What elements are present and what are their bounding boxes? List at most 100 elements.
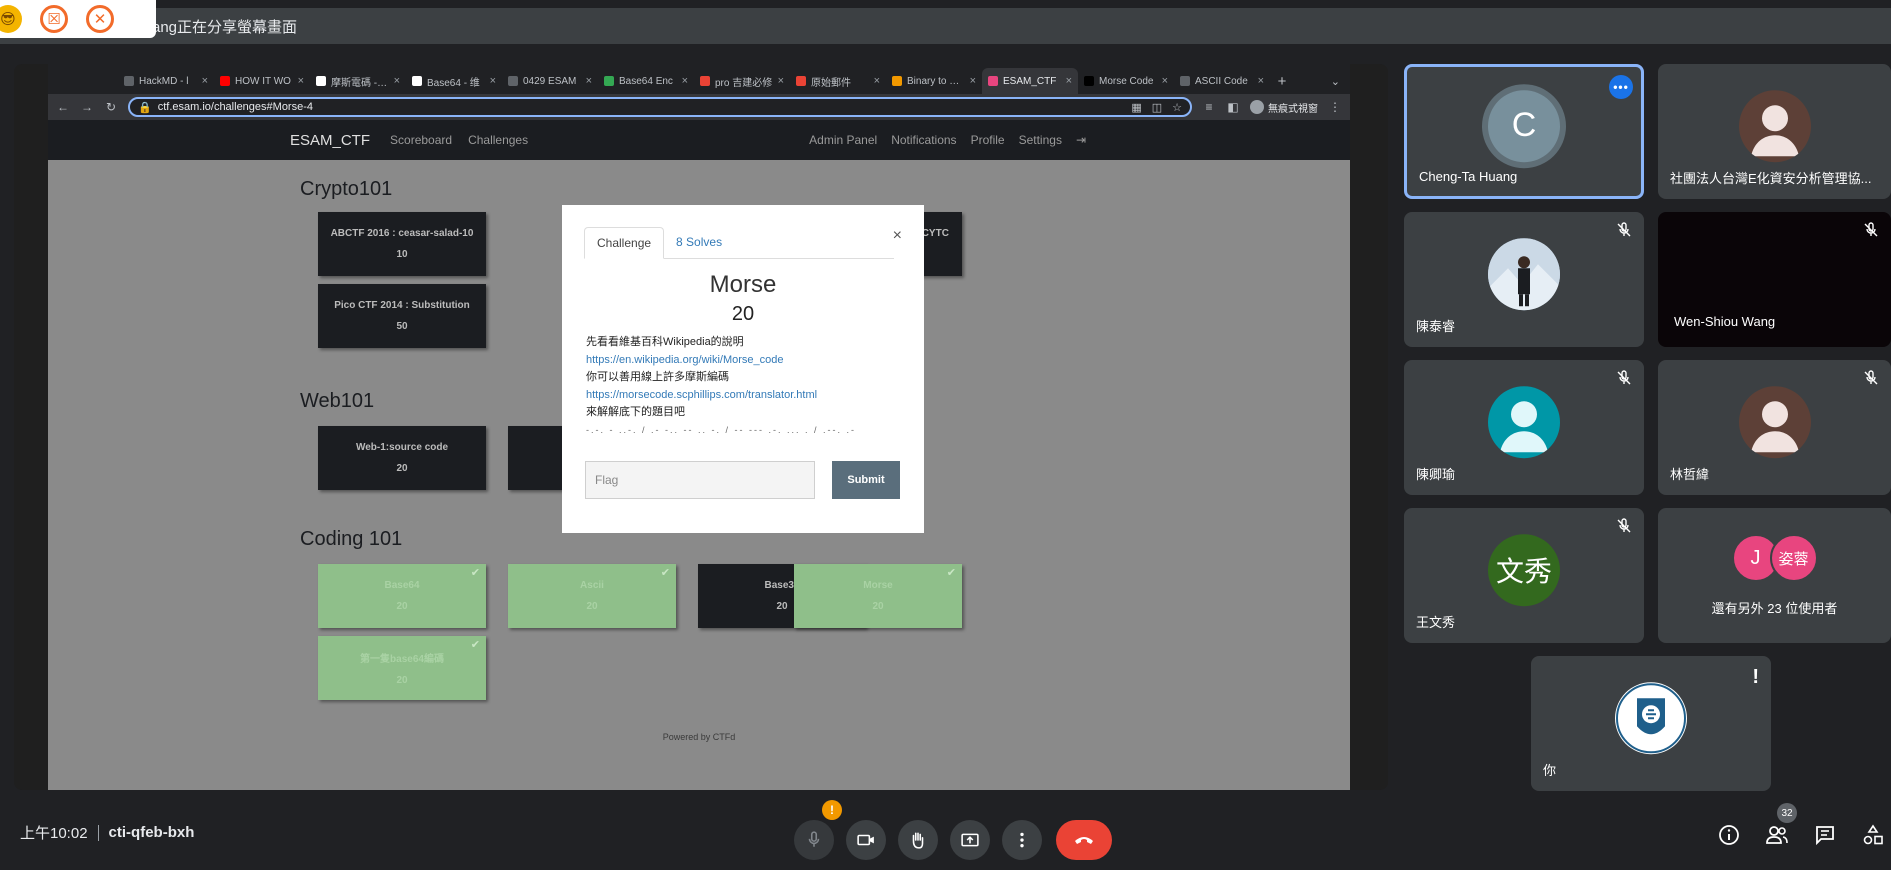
meeting-details-button[interactable] [1716, 822, 1742, 848]
flag-input[interactable]: Flag [585, 461, 815, 499]
browser-tab[interactable]: Base64 Enc × [598, 68, 694, 94]
more-options-button[interactable] [1002, 820, 1042, 860]
challenge-card[interactable]: Pico CTF 2014 : Substitution 50 [318, 284, 486, 348]
challenge-name: Web-1:source code [355, 442, 449, 453]
activities-icon [1863, 824, 1883, 845]
nav-notifications[interactable]: Notifications [891, 133, 956, 147]
reload-icon[interactable]: ↻ [104, 100, 118, 114]
participant-tile[interactable]: 文秀 王文秀 [1404, 508, 1644, 643]
chat-icon [1816, 826, 1834, 846]
tab-close-icon[interactable]: × [298, 75, 304, 87]
nav-settings[interactable]: Settings [1019, 133, 1062, 147]
tab-search-icon[interactable]: ⌄ [1331, 68, 1340, 94]
participant-tile[interactable]: 林哲緯 [1658, 360, 1891, 495]
new-tab-button[interactable]: + [1270, 68, 1294, 94]
browser-menu-icon[interactable]: ⋮ [1328, 100, 1342, 114]
participant-tile[interactable]: 陳卿瑜 [1404, 360, 1644, 495]
qr-icon[interactable]: ▦ [1131, 101, 1141, 114]
avatar: C [1488, 89, 1560, 162]
hang-up-button[interactable] [1056, 820, 1112, 860]
self-tile[interactable]: ! 你 [1531, 656, 1771, 791]
challenge-card[interactable]: Web-1:source code 20 [318, 426, 486, 490]
nav-admin-panel[interactable]: Admin Panel [809, 133, 877, 147]
tab-close-icon[interactable]: × [586, 75, 592, 87]
check-icon: ✔ [660, 567, 670, 579]
star-icon[interactable]: ☆ [1172, 101, 1182, 114]
url-text: ctf.esam.io/challenges#Morse-4 [157, 101, 313, 113]
tab-challenge[interactable]: Challenge [584, 227, 665, 259]
avatar: 文秀 [1488, 533, 1560, 606]
tab-label: HackMD - l [139, 75, 189, 87]
person-icon [1750, 104, 1799, 156]
participant-tile[interactable]: 陳泰睿 [1404, 212, 1644, 347]
forward-icon[interactable]: → [80, 100, 94, 114]
url-input[interactable]: 🔒 ctf.esam.io/challenges#Morse-4 ▦ ◫ ☆ [128, 97, 1192, 117]
more-options-icon[interactable]: ••• [1609, 75, 1633, 99]
tab-close-icon[interactable]: × [394, 75, 400, 87]
tab-close-icon[interactable]: × [490, 75, 496, 87]
logout-icon[interactable]: ⇥ [1076, 133, 1086, 147]
browser-tab[interactable]: HackMD - l × [118, 68, 214, 94]
meet-window: ang正在分享螢幕畫面 😎 ☒ ✕ HackMD - l × HOW IT WO × 摩… [0, 0, 1891, 870]
warning-badge: ! [822, 800, 842, 820]
present-icon [961, 833, 979, 847]
tab-close-icon[interactable]: × [1066, 75, 1072, 87]
others-tile[interactable]: J 姿蓉 還有另外 23 位使用者 [1658, 508, 1891, 643]
submit-button[interactable]: Submit [832, 461, 900, 499]
people-button[interactable] [1764, 822, 1790, 848]
tab-close-icon[interactable]: × [202, 75, 208, 87]
sunglasses-icon[interactable]: 😎 [0, 5, 22, 33]
tab-close-icon[interactable]: × [1258, 75, 1264, 87]
nav-profile[interactable]: Profile [971, 133, 1005, 147]
tab-solves[interactable]: 8 Solves [664, 227, 734, 258]
mic-button[interactable] [794, 820, 834, 860]
modal-close-icon[interactable]: × [893, 227, 902, 245]
tab-close-icon[interactable]: × [970, 75, 976, 87]
chat-button[interactable] [1812, 822, 1838, 848]
browser-tab[interactable]: ASCII Code × [1174, 68, 1270, 94]
site-brand[interactable]: ESAM_CTF [290, 132, 370, 149]
browser-tab[interactable]: 0429 ESAM × [502, 68, 598, 94]
browser-tab[interactable]: 原始郵件 × [790, 68, 886, 94]
challenge-card-solved[interactable]: ✔ Ascii 20 [508, 564, 676, 628]
challenge-card-solved[interactable]: ✔ 第一隻base64編碼 20 [318, 636, 486, 700]
tab-close-icon[interactable]: × [778, 75, 784, 87]
participant-tile[interactable]: C ••• Cheng-Ta Huang [1404, 64, 1644, 199]
current-time: 上午10:02 [20, 825, 88, 842]
nav-challenges[interactable]: Challenges [468, 133, 528, 147]
challenge-card-solved[interactable]: ✔ Base64 20 [318, 564, 486, 628]
translate-icon[interactable]: ◫ [1152, 101, 1162, 114]
sidebar-icon[interactable]: ◧ [1226, 100, 1240, 114]
nav-scoreboard[interactable]: Scoreboard [390, 133, 452, 147]
camera-button[interactable] [846, 820, 886, 860]
challenge-card[interactable]: ABCTF 2016 : ceasar-salad-10 10 [318, 212, 486, 276]
browser-tab[interactable]: Base64 - 维 × [406, 68, 502, 94]
presentation-banner: ang正在分享螢幕畫面 [0, 8, 1891, 44]
incognito-chip[interactable]: 無痕式視窗 [1250, 100, 1318, 115]
browser-tab[interactable]: Morse Code × [1078, 68, 1174, 94]
tab-close-icon[interactable]: × [1162, 75, 1168, 87]
description-line: 先看看維基百科Wikipedia的說明 [586, 336, 744, 348]
stop-sharing-icon[interactable]: ☒ [40, 5, 68, 33]
tab-label: pro 吉建必修 [715, 77, 773, 89]
translator-link[interactable]: https://morsecode.scphillips.com/transla… [586, 387, 906, 405]
browser-tab[interactable]: pro 吉建必修 × [694, 68, 790, 94]
present-button[interactable] [950, 820, 990, 860]
others-avatars: J 姿蓉 [1731, 534, 1818, 582]
activities-button[interactable] [1860, 822, 1886, 848]
browser-tab[interactable]: ESAM_CTF × [982, 68, 1078, 94]
tab-close-icon[interactable]: × [874, 75, 880, 87]
back-icon[interactable]: ← [56, 100, 70, 114]
challenge-card-solved[interactable]: ✔ Morse 20 [794, 564, 962, 628]
browser-tab[interactable]: Binary to Dec × [886, 68, 982, 94]
participant-tile[interactable]: Wen-Shiou Wang [1658, 212, 1891, 347]
browser-tab[interactable]: HOW IT WO × [214, 68, 310, 94]
incognito-icon [1250, 100, 1264, 114]
close-icon[interactable]: ✕ [86, 5, 114, 33]
wikipedia-link[interactable]: https://en.wikipedia.org/wiki/Morse_code [586, 352, 906, 370]
raise-hand-button[interactable] [898, 820, 938, 860]
tab-close-icon[interactable]: × [682, 75, 688, 87]
reading-list-icon[interactable]: ≡ [1202, 100, 1216, 114]
participant-tile[interactable]: 社團法人台灣E化資安分析管理協... [1658, 64, 1891, 199]
browser-tab[interactable]: 摩斯電碼 - 维 × [310, 68, 406, 94]
